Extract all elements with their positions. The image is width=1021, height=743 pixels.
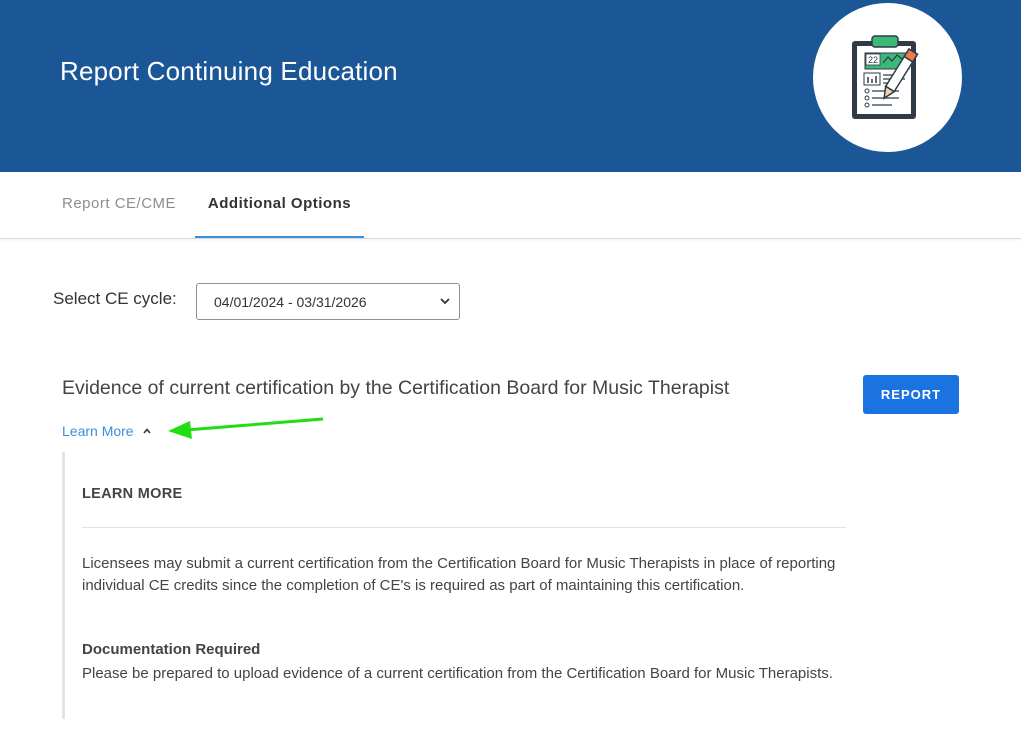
- chevron-down-icon: [440, 298, 450, 305]
- ce-cycle-selected-value: 04/01/2024 - 03/31/2026: [214, 294, 367, 310]
- learn-more-toggle[interactable]: Learn More: [62, 423, 134, 439]
- illustration-number: 22: [868, 55, 878, 65]
- tab-report-ce-cme[interactable]: Report CE/CME: [62, 172, 176, 238]
- banner-illustration: 22: [813, 3, 962, 152]
- documentation-required-text: Please be prepared to upload evidence of…: [82, 665, 833, 682]
- report-button[interactable]: REPORT: [863, 375, 959, 414]
- ce-option-title: Evidence of current certification by the…: [62, 377, 730, 399]
- page-banner: Report Continuing Education 22: [0, 0, 1021, 172]
- green-arrow-icon: [168, 417, 324, 439]
- learn-more-panel: LEARN MORE Licensees may submit a curren…: [62, 452, 862, 719]
- clipboard-chart-pencil-icon: 22: [852, 35, 919, 119]
- learn-more-heading: LEARN MORE: [82, 486, 183, 502]
- page-title: Report Continuing Education: [60, 56, 398, 86]
- divider: [82, 527, 846, 528]
- ce-cycle-label: Select CE cycle:: [53, 289, 177, 308]
- ce-cycle-select[interactable]: 04/01/2024 - 03/31/2026: [196, 283, 460, 320]
- chevron-up-icon[interactable]: [142, 426, 152, 436]
- tab-additional-options[interactable]: Additional Options: [195, 172, 364, 238]
- learn-more-description: Licensees may submit a current certifica…: [82, 555, 836, 594]
- tab-bar: Report CE/CME Additional Options: [0, 172, 1021, 239]
- documentation-required-heading: Documentation Required: [82, 641, 261, 658]
